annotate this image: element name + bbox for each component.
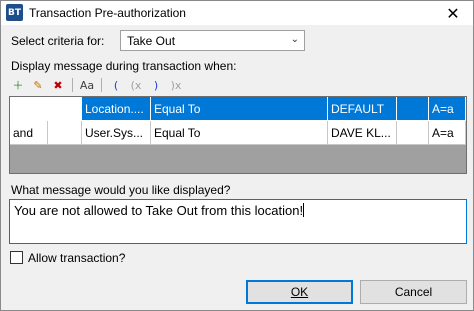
case-cell[interactable]: A=a	[429, 97, 466, 121]
message-textarea[interactable]: You are not allowed to Take Out from thi…	[9, 199, 467, 244]
case-cell[interactable]: A=a	[429, 121, 466, 145]
app-icon: BT	[6, 4, 23, 21]
open-paren-cell[interactable]	[48, 97, 82, 121]
open-paren-icon[interactable]: (	[107, 76, 125, 94]
criteria-label: Select criteria for:	[11, 34, 105, 48]
allow-transaction-checkbox[interactable]	[10, 251, 23, 264]
table-row[interactable]: Location.... Equal To DEFAULT A=a	[10, 97, 466, 121]
add-condition-icon[interactable]: ＋	[9, 76, 27, 94]
message-text: You are not allowed to Take Out from thi…	[14, 203, 304, 218]
join-cell[interactable]: and	[10, 121, 48, 145]
title-bar: BT Transaction Pre-authorization ✕	[1, 1, 473, 25]
value-cell[interactable]: DAVE KL...	[328, 121, 397, 145]
window-title: Transaction Pre-authorization	[29, 6, 186, 20]
join-cell[interactable]	[10, 97, 48, 121]
close-paren-icon[interactable]: )	[147, 76, 165, 94]
open-paren-cell[interactable]	[48, 121, 82, 145]
close-icon[interactable]: ✕	[433, 1, 473, 25]
field-cell[interactable]: User.Sys...	[82, 121, 151, 145]
toolbar-separator	[72, 78, 73, 92]
allow-transaction-label: Allow transaction?	[28, 251, 126, 265]
field-cell[interactable]: Location....	[82, 97, 151, 121]
cancel-button-label: Cancel	[394, 285, 433, 299]
criteria-selected-value: Take Out	[127, 33, 176, 48]
delete-condition-icon[interactable]: ✖	[49, 76, 67, 94]
case-icon[interactable]: Aa	[78, 76, 96, 94]
chevron-down-icon: ⌄	[290, 34, 299, 45]
operator-cell[interactable]: Equal To	[151, 121, 328, 145]
message-label: What message would you like displayed?	[11, 183, 231, 197]
cancel-button[interactable]: Cancel	[360, 280, 467, 304]
criteria-select[interactable]: Take Out ⌄	[120, 30, 305, 51]
toolbar-separator	[101, 78, 102, 92]
close-paren-disabled-icon[interactable]: )x	[167, 76, 185, 94]
edit-condition-icon[interactable]: ✎	[29, 76, 47, 94]
conditions-label: Display message during transaction when:	[11, 59, 237, 73]
ok-button-label: OK	[290, 285, 309, 299]
close-paren-cell[interactable]	[397, 97, 429, 121]
ok-button[interactable]: OK	[246, 280, 353, 304]
open-paren-disabled-icon[interactable]: (x	[127, 76, 145, 94]
table-row[interactable]: and User.Sys... Equal To DAVE KL... A=a	[10, 121, 466, 145]
conditions-grid[interactable]: Location.... Equal To DEFAULT A=a and Us…	[9, 96, 467, 174]
text-caret	[303, 203, 305, 217]
value-cell[interactable]: DEFAULT	[328, 97, 397, 121]
conditions-toolbar: ＋ ✎ ✖ Aa ((x))x	[9, 76, 185, 94]
dialog-window: BT Transaction Pre-authorization ✕ Selec…	[0, 0, 474, 311]
close-paren-cell[interactable]	[397, 121, 429, 145]
operator-cell[interactable]: Equal To	[151, 97, 328, 121]
